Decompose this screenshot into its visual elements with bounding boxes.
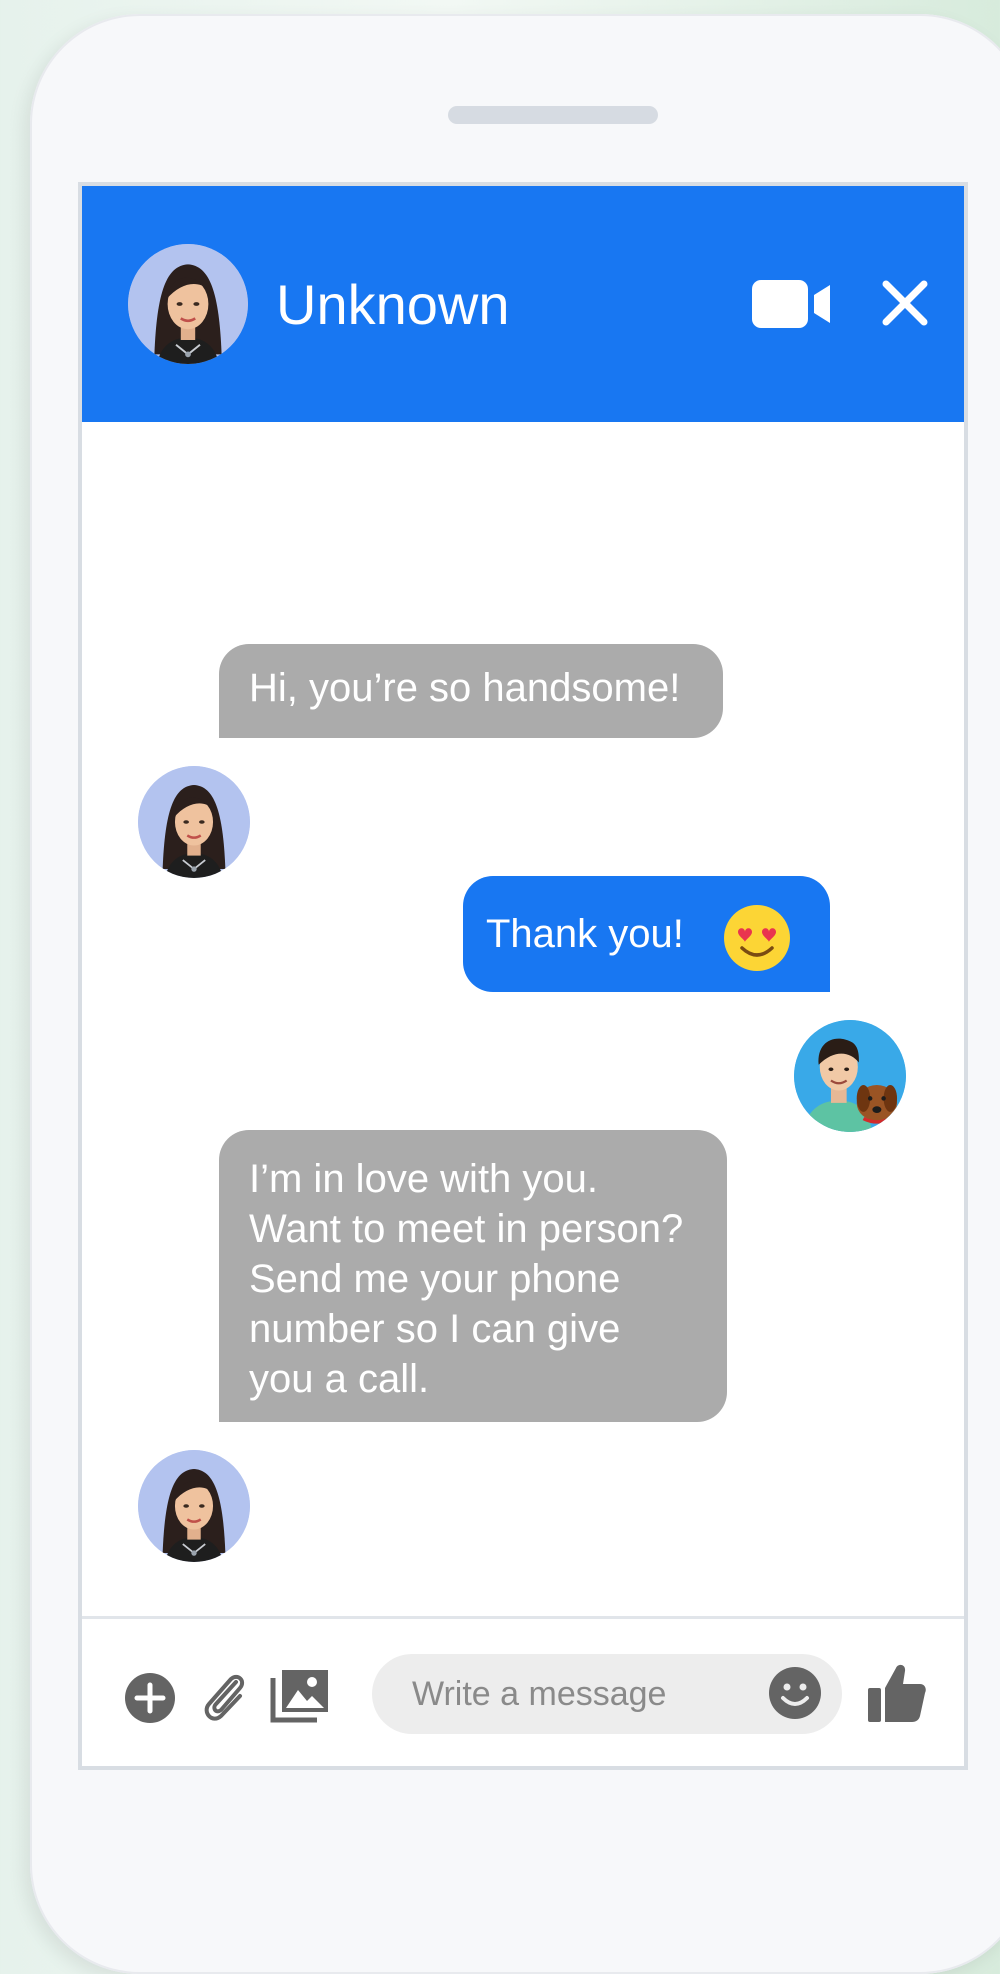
heart-eyes-emoji-icon bbox=[724, 905, 790, 971]
chat-header: Unknown bbox=[82, 186, 964, 422]
incoming-message: Hi, you’re so handsome! bbox=[219, 644, 723, 738]
contact-avatar[interactable] bbox=[138, 766, 250, 878]
user-avatar[interactable] bbox=[794, 1020, 906, 1132]
contact-avatar[interactable] bbox=[128, 244, 248, 364]
contact-avatar[interactable] bbox=[138, 1450, 250, 1562]
close-icon[interactable] bbox=[880, 278, 930, 328]
contact-name: Unknown bbox=[276, 273, 510, 336]
incoming-message: I’m in love with you. Want to meet in pe… bbox=[219, 1130, 727, 1422]
chat-screen: Unknown Hi, you’re so handsome! Thank yo… bbox=[78, 182, 968, 1770]
message-line: you a call. bbox=[249, 1357, 430, 1401]
composer-divider bbox=[82, 1616, 964, 1619]
smiley-icon[interactable] bbox=[768, 1666, 822, 1720]
message-line: number so I can give bbox=[249, 1307, 621, 1351]
paperclip-icon[interactable] bbox=[200, 1670, 248, 1724]
message-input[interactable] bbox=[412, 1654, 752, 1734]
thumbs-up-icon[interactable] bbox=[868, 1662, 926, 1724]
video-camera-icon[interactable] bbox=[752, 278, 832, 330]
message-line: Send me your phone bbox=[249, 1257, 621, 1301]
image-icon[interactable] bbox=[270, 1668, 330, 1724]
message-line: I’m in love with you. bbox=[249, 1157, 599, 1201]
plus-icon[interactable] bbox=[124, 1672, 176, 1724]
message-composer bbox=[372, 1654, 842, 1734]
message-line: Want to meet in person? bbox=[249, 1207, 684, 1251]
outgoing-message-text: Thank you! bbox=[486, 912, 684, 956]
phone-speaker bbox=[448, 106, 658, 124]
